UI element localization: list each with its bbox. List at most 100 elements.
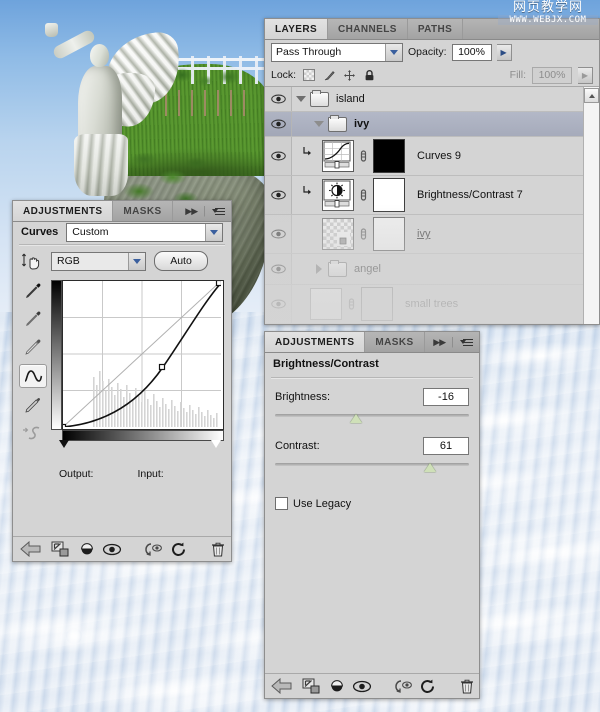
link-mask-icon[interactable] bbox=[346, 297, 357, 311]
black-point-eyedropper-icon[interactable] bbox=[20, 280, 46, 302]
chevron-down-icon[interactable] bbox=[205, 223, 222, 241]
delete-icon[interactable] bbox=[206, 538, 231, 560]
curves-readout-row: Output: Input: bbox=[59, 468, 229, 480]
brightness-slider-handle[interactable] bbox=[350, 414, 363, 423]
eye-icon bbox=[270, 229, 286, 239]
layer-visibility-toggle[interactable] bbox=[265, 137, 292, 175]
delete-icon[interactable] bbox=[454, 675, 479, 697]
watermark-site-name: 网页教学网 bbox=[512, 0, 583, 15]
tab-adjustments[interactable]: ADJUSTMENTS bbox=[265, 332, 366, 352]
link-mask-icon[interactable] bbox=[358, 227, 369, 241]
blend-mode-select[interactable]: Pass Through bbox=[271, 42, 403, 62]
tab-masks[interactable]: MASKS bbox=[365, 332, 425, 352]
tab-layers[interactable]: LAYERS bbox=[265, 19, 329, 39]
brightness-control-group: Brightness: -16 bbox=[265, 381, 479, 426]
tab-channels[interactable]: CHANNELS bbox=[328, 19, 408, 39]
table-row[interactable]: Brightness/Contrast 7 bbox=[265, 176, 599, 215]
layer-name: ivy bbox=[417, 228, 431, 240]
opacity-input[interactable]: 100% bbox=[451, 43, 492, 61]
layer-visibility-toggle[interactable] bbox=[265, 112, 292, 136]
view-previous-state-icon[interactable] bbox=[99, 538, 124, 560]
table-row[interactable]: ivy bbox=[265, 112, 599, 137]
link-mask-icon[interactable] bbox=[358, 149, 369, 163]
group-disclosure-island[interactable] bbox=[292, 96, 310, 102]
table-row[interactable]: angel bbox=[265, 254, 599, 285]
white-point-eyedropper-icon[interactable] bbox=[20, 336, 46, 358]
auto-button[interactable]: Auto bbox=[154, 251, 208, 271]
fill-input[interactable]: 100% bbox=[532, 66, 572, 84]
fill-stepper-icon[interactable]: ▶ bbox=[578, 66, 593, 84]
preset-select[interactable]: Custom bbox=[66, 222, 223, 242]
layer-thumbnail[interactable] bbox=[322, 218, 354, 250]
panel-menu-icon[interactable] bbox=[212, 207, 225, 216]
layer-mask-thumbnail[interactable] bbox=[373, 178, 405, 212]
lock-image-pixels-icon[interactable] bbox=[322, 69, 336, 82]
table-row[interactable]: Curves 9 bbox=[265, 137, 599, 176]
chevron-down-icon[interactable] bbox=[385, 43, 402, 61]
edit-points-curve-icon[interactable] bbox=[19, 364, 47, 388]
on-image-adjustment-icon[interactable] bbox=[21, 251, 43, 271]
expand-panel-icon[interactable]: ▶▶ bbox=[433, 337, 446, 348]
black-point-slider[interactable] bbox=[59, 440, 69, 448]
adjustment-thumbnail-brightness-contrast[interactable] bbox=[322, 179, 354, 211]
layers-panel: LAYERS CHANNELS PATHS Pass Through Opaci… bbox=[264, 18, 600, 325]
layers-scrollbar[interactable] bbox=[583, 87, 599, 324]
reset-eye-icon[interactable] bbox=[390, 675, 415, 697]
view-previous-state-icon[interactable] bbox=[350, 675, 375, 697]
table-row[interactable]: island bbox=[265, 87, 599, 112]
channel-select[interactable]: RGB bbox=[51, 251, 146, 271]
contrast-input[interactable]: 61 bbox=[423, 437, 469, 455]
layer-thumbnail[interactable] bbox=[310, 288, 342, 320]
reset-icon[interactable] bbox=[166, 538, 191, 560]
return-to-adjustment-list-icon[interactable] bbox=[265, 675, 300, 697]
chevron-down-icon[interactable] bbox=[128, 252, 145, 270]
reset-icon[interactable] bbox=[415, 675, 440, 697]
contrast-slider[interactable] bbox=[275, 459, 469, 475]
opacity-stepper-icon[interactable]: ▶ bbox=[496, 43, 512, 61]
lock-all-icon[interactable] bbox=[362, 69, 376, 82]
eye-icon bbox=[270, 264, 286, 274]
return-to-adjustment-list-icon[interactable] bbox=[13, 538, 49, 560]
layer-list[interactable]: island ivy Curves 9 Brightness/Contrast … bbox=[265, 87, 599, 324]
brightness-input[interactable]: -16 bbox=[423, 388, 469, 406]
panel-menu-icon[interactable] bbox=[460, 338, 473, 347]
tab-adjustments[interactable]: ADJUSTMENTS bbox=[13, 201, 114, 221]
reset-eye-icon[interactable] bbox=[141, 538, 166, 560]
curves-grid[interactable] bbox=[62, 280, 224, 430]
adjustment-thumbnail-curves[interactable] bbox=[322, 140, 354, 172]
clip-to-layer-icon[interactable] bbox=[300, 675, 325, 697]
brightness-slider[interactable] bbox=[275, 410, 469, 426]
curves-panel-tabbar: ADJUSTMENTS MASKS ▶▶ | bbox=[13, 201, 231, 222]
opacity-label: Opacity: bbox=[408, 46, 447, 58]
expand-panel-icon[interactable]: ▶▶ bbox=[185, 206, 198, 217]
tab-masks[interactable]: MASKS bbox=[113, 201, 173, 221]
use-legacy-checkbox[interactable] bbox=[275, 497, 288, 510]
smooth-curve-icon[interactable] bbox=[20, 422, 46, 444]
group-disclosure-angel[interactable] bbox=[310, 264, 328, 274]
lock-transparent-pixels-icon[interactable] bbox=[302, 69, 316, 82]
layer-mask-thumbnail[interactable] bbox=[373, 139, 405, 173]
layer-mask-thumbnail[interactable] bbox=[373, 217, 405, 251]
gray-point-eyedropper-icon[interactable] bbox=[20, 308, 46, 330]
lock-position-icon[interactable] bbox=[342, 69, 356, 82]
table-row[interactable]: ivy bbox=[265, 215, 599, 254]
clip-to-layer-icon[interactable] bbox=[49, 538, 74, 560]
group-disclosure-ivy[interactable] bbox=[310, 121, 328, 127]
contrast-slider-handle[interactable] bbox=[424, 463, 437, 472]
link-mask-icon[interactable] bbox=[358, 188, 369, 202]
scroll-up-icon[interactable] bbox=[584, 88, 599, 103]
layer-visibility-toggle[interactable] bbox=[265, 87, 292, 111]
tab-paths[interactable]: PATHS bbox=[407, 19, 464, 39]
adjustments-brightness-contrast-panel: ADJUSTMENTS MASKS ▶▶ | Brightness/Contra… bbox=[264, 331, 480, 699]
layer-mask-thumbnail[interactable] bbox=[361, 287, 393, 321]
preview-toggle-icon[interactable] bbox=[325, 675, 350, 697]
layer-visibility-toggle[interactable] bbox=[265, 215, 292, 253]
layer-visibility-toggle[interactable] bbox=[265, 254, 292, 284]
draw-curve-pencil-icon[interactable] bbox=[20, 394, 46, 416]
use-legacy-row[interactable]: Use Legacy bbox=[265, 497, 479, 510]
curves-preset-row: Curves Custom bbox=[13, 222, 231, 242]
table-row[interactable]: small trees bbox=[265, 285, 599, 324]
layer-visibility-toggle[interactable] bbox=[265, 176, 292, 214]
preview-toggle-icon[interactable] bbox=[74, 538, 99, 560]
layer-visibility-toggle[interactable] bbox=[265, 285, 292, 323]
